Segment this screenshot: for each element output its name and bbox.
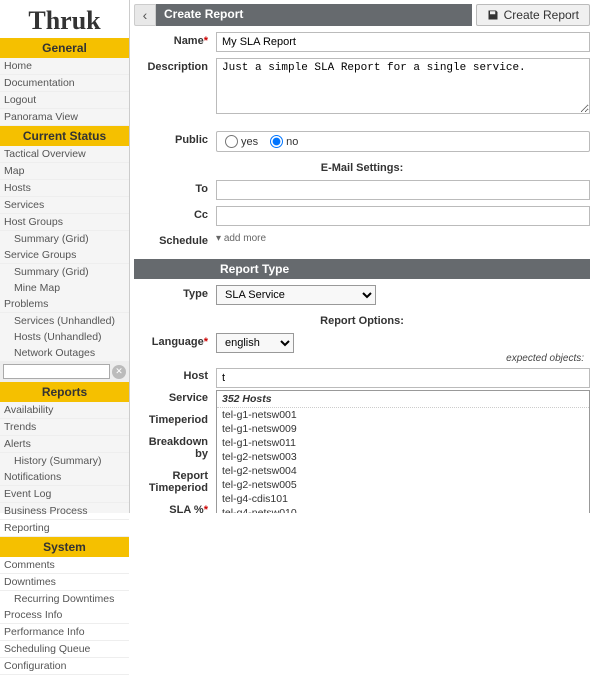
sidebar: Thruk GeneralHomeDocumentationLogoutPano…	[0, 0, 130, 513]
expected-objects-note: expected objects:	[134, 353, 590, 364]
sidebar-item[interactable]: Panorama View	[0, 109, 129, 126]
host-option[interactable]: tel-g2-netsw004	[217, 464, 589, 478]
sidebar-item[interactable]: Business Process	[0, 503, 129, 520]
sidebar-subitem[interactable]: Summary (Grid)	[0, 264, 129, 280]
to-input[interactable]	[216, 180, 590, 200]
sidebar-item[interactable]: Notifications	[0, 469, 129, 486]
sidebar-subitem[interactable]: Network Outages	[0, 345, 129, 361]
description-label: Description	[147, 61, 208, 73]
sidebar-item[interactable]: Problems	[0, 296, 129, 313]
option-label: SLA %*	[134, 504, 208, 513]
sidebar-item[interactable]: Trends	[0, 419, 129, 436]
host-option[interactable]: tel-g1-netsw011	[217, 436, 589, 450]
panel-title: Create Report	[156, 4, 472, 26]
name-input[interactable]	[216, 32, 590, 52]
public-label: Public	[175, 134, 208, 146]
sidebar-item[interactable]: Services	[0, 197, 129, 214]
sidebar-section-header: System	[0, 537, 129, 557]
sidebar-item[interactable]: Documentation	[0, 75, 129, 92]
sidebar-item[interactable]: Process Info	[0, 607, 129, 624]
public-radio-group: yes no	[216, 131, 590, 152]
create-report-button[interactable]: Create Report	[476, 4, 590, 26]
sidebar-subitem[interactable]: Services (Unhandled)	[0, 313, 129, 329]
sidebar-search: ✕	[0, 361, 129, 382]
option-label: Host	[134, 370, 208, 382]
host-option[interactable]: tel-g4-netsw010	[217, 506, 589, 513]
public-no-option[interactable]: no	[270, 135, 298, 148]
sidebar-item[interactable]: Performance Info	[0, 624, 129, 641]
sidebar-subitem[interactable]: Hosts (Unhandled)	[0, 329, 129, 345]
main-content: ‹ Create Report Create Report Name* Desc…	[130, 0, 600, 513]
sidebar-item[interactable]: Comments	[0, 557, 129, 574]
sidebar-item[interactable]: Logout	[0, 92, 129, 109]
sidebar-subitem[interactable]: Summary (Grid)	[0, 231, 129, 247]
sidebar-item[interactable]: Host Groups	[0, 214, 129, 231]
option-label: Breakdown by	[134, 436, 208, 460]
host-option[interactable]: tel-g2-netsw003	[217, 450, 589, 464]
language-select[interactable]: english	[216, 333, 294, 353]
host-option[interactable]: tel-g4-cdis101	[217, 492, 589, 506]
sidebar-subitem[interactable]: History (Summary)	[0, 453, 129, 469]
host-dropdown-count: 352 Hosts	[217, 391, 589, 408]
to-label: To	[195, 183, 208, 195]
sidebar-search-input[interactable]	[3, 364, 110, 379]
public-yes-radio[interactable]	[225, 135, 238, 148]
sidebar-item[interactable]: Reporting	[0, 520, 129, 537]
sidebar-section-header: Reports	[0, 382, 129, 402]
option-label: Report Timeperiod	[134, 470, 208, 494]
option-label: Service	[134, 392, 208, 404]
save-icon	[487, 9, 499, 21]
cc-input[interactable]	[216, 206, 590, 226]
back-button[interactable]: ‹	[134, 4, 156, 26]
sidebar-item[interactable]: Configuration	[0, 658, 129, 675]
host-option[interactable]: tel-g2-netsw005	[217, 478, 589, 492]
create-report-label: Create Report	[504, 8, 579, 22]
cc-label: Cc	[194, 209, 208, 221]
logo: Thruk	[0, 0, 129, 38]
host-autocomplete-dropdown: 352 Hosts tel-g1-netsw001tel-g1-netsw009…	[216, 390, 590, 513]
sidebar-item[interactable]: Scheduling Queue	[0, 641, 129, 658]
sidebar-item[interactable]: Tactical Overview	[0, 146, 129, 163]
schedule-label: Schedule	[159, 235, 208, 247]
host-input[interactable]	[216, 368, 590, 388]
public-yes-option[interactable]: yes	[225, 135, 258, 148]
email-settings-header: E-Mail Settings:	[134, 162, 590, 174]
sidebar-section-header: General	[0, 38, 129, 58]
sidebar-item[interactable]: Hosts	[0, 180, 129, 197]
language-label: Language	[152, 336, 204, 348]
description-textarea[interactable]: Just a simple SLA Report for a single se…	[216, 58, 590, 114]
sidebar-section-header: Current Status	[0, 126, 129, 146]
public-no-radio[interactable]	[270, 135, 283, 148]
host-option[interactable]: tel-g1-netsw001	[217, 408, 589, 422]
report-type-header: Report Type	[134, 259, 590, 279]
option-label: Timeperiod	[134, 414, 208, 426]
type-select[interactable]: SLA Service	[216, 285, 376, 305]
sidebar-subitem[interactable]: Mine Map	[0, 280, 129, 296]
sidebar-item[interactable]: Home	[0, 58, 129, 75]
sidebar-search-clear[interactable]: ✕	[112, 365, 126, 379]
sidebar-item[interactable]: Event Log	[0, 486, 129, 503]
add-more-link[interactable]: ▾ add more	[216, 230, 266, 244]
sidebar-item[interactable]: Map	[0, 163, 129, 180]
report-options-header: Report Options:	[134, 315, 590, 327]
sidebar-item[interactable]: Downtimes	[0, 574, 129, 591]
sidebar-item[interactable]: Service Groups	[0, 247, 129, 264]
sidebar-item[interactable]: Availability	[0, 402, 129, 419]
name-label: Name	[174, 35, 204, 47]
host-option[interactable]: tel-g1-netsw009	[217, 422, 589, 436]
type-label: Type	[183, 288, 208, 300]
sidebar-item[interactable]: Alerts	[0, 436, 129, 453]
option-labels-column: Host Service Timeperiod Breakdown by Report …	[134, 368, 216, 513]
sidebar-subitem[interactable]: Recurring Downtimes	[0, 591, 129, 607]
